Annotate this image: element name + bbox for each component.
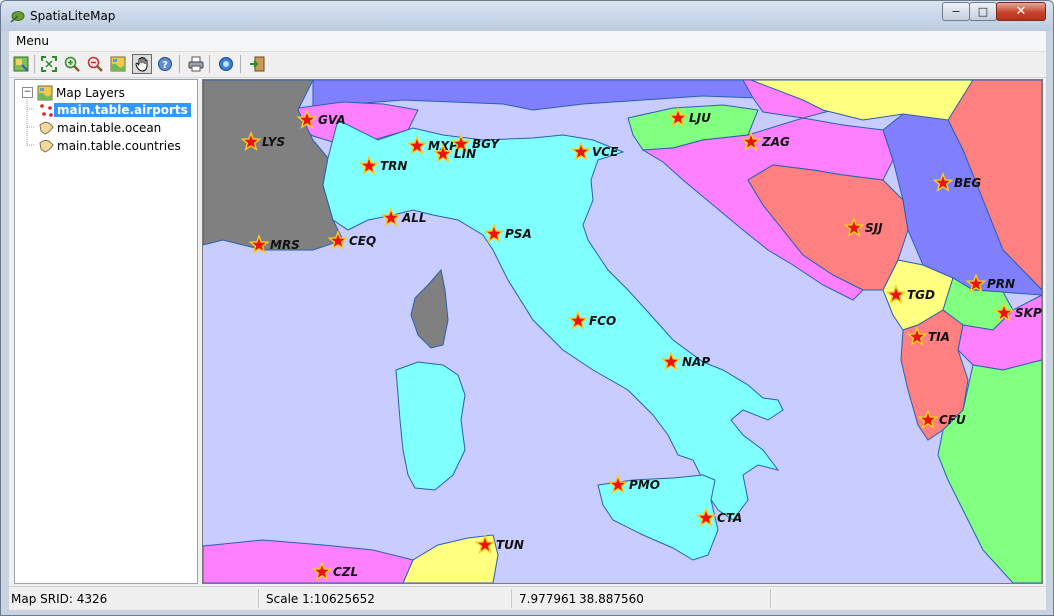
- airport-label-lju: LJU: [689, 111, 711, 125]
- airport-label-psa: PSA: [505, 227, 532, 241]
- app-leaf-icon: [10, 11, 25, 23]
- toolbar-separator: [179, 55, 180, 73]
- identify-button[interactable]: ?: [155, 54, 175, 74]
- layer-tree: − Map Layers main.table.airports main.ta…: [14, 79, 198, 584]
- minimize-button[interactable]: −: [942, 2, 970, 21]
- airport-label-fco: FCO: [589, 314, 616, 328]
- identify-icon: ?: [158, 57, 172, 71]
- airport-label-tia: TIA: [928, 330, 950, 344]
- airport-label-trn: TRN: [380, 159, 407, 173]
- exit-button[interactable]: [247, 54, 267, 74]
- map-extent-icon: [110, 56, 126, 72]
- toolbar: ?: [9, 52, 1046, 78]
- tree-item-airports[interactable]: main.table.airports: [38, 101, 191, 118]
- window-title: SpatiaLiteMap: [30, 9, 116, 23]
- minimize-icon: −: [951, 5, 961, 18]
- collapse-toggle-icon[interactable]: −: [22, 87, 33, 98]
- airport-label-mrs: MRS: [270, 238, 300, 252]
- airport-label-bgy: BGY: [472, 137, 501, 151]
- tree-item-ocean[interactable]: main.table.ocean: [38, 119, 164, 136]
- airport-label-ceq: CEQ: [349, 234, 376, 248]
- pan-button[interactable]: [132, 54, 152, 74]
- zoom-out-button[interactable]: [85, 54, 105, 74]
- print-button[interactable]: [186, 54, 206, 74]
- close-button[interactable]: ✕: [996, 2, 1046, 21]
- point-layer-icon: [40, 103, 53, 117]
- airport-label-beg: BEG: [954, 176, 981, 190]
- polygon-layer-icon: [39, 139, 54, 153]
- map-svg: GVALYSMXPBGYLINTRNVCELJUZAGBEGSJJALLMRSC…: [203, 80, 1042, 583]
- svg-text:?: ?: [162, 60, 168, 71]
- airport-label-vce: VCE: [592, 145, 619, 159]
- airport-label-zag: ZAG: [761, 135, 790, 149]
- coord-x-status: 7.977961: [519, 592, 577, 606]
- airport-label-lin: LIN: [454, 147, 476, 161]
- zoom-to-full-icon: [41, 56, 57, 72]
- menu-bar: Menu: [9, 31, 1046, 52]
- airport-label-prn: PRN: [987, 277, 1015, 291]
- maximize-button[interactable]: □: [969, 2, 997, 21]
- airport-label-pmo: PMO: [629, 478, 660, 492]
- status-separator: [770, 589, 771, 608]
- airport-label-all: ALL: [401, 211, 427, 225]
- toolbar-separator: [34, 55, 35, 73]
- airport-label-cta: CTA: [717, 511, 742, 525]
- map-extent-button[interactable]: [108, 54, 128, 74]
- toolbar-separator: [240, 55, 241, 73]
- close-icon: ✕: [1015, 4, 1027, 19]
- airport-label-gva: GVA: [318, 113, 346, 127]
- status-bar: Map SRID: 4326 Scale 1:10625652 7.977961…: [9, 586, 1046, 610]
- zoom-in-button[interactable]: [62, 54, 82, 74]
- airport-label-lys: LYS: [262, 135, 285, 149]
- tree-item-label: main.table.countries: [57, 138, 181, 153]
- exit-icon: [250, 56, 265, 72]
- tree-root-map-layers[interactable]: − Map Layers: [22, 84, 128, 101]
- client-area: Menu ? − Map Layers main.table.airports …: [9, 31, 1046, 610]
- airport-label-czl: CZL: [333, 565, 358, 579]
- zoom-to-full-button[interactable]: [39, 54, 59, 74]
- pan-hand-icon: [135, 57, 148, 72]
- airport-label-sjj: SJJ: [865, 221, 883, 235]
- tree-item-label: main.table.airports: [54, 102, 191, 117]
- layers-button[interactable]: [11, 54, 31, 74]
- airport-label-tgd: TGD: [907, 288, 935, 302]
- title-bar[interactable]: SpatiaLiteMap − □ ✕: [1, 1, 1053, 31]
- srid-status: Map SRID: 4326: [11, 592, 108, 606]
- zoom-out-icon: [87, 56, 103, 72]
- coord-y-status: 38.887560: [579, 592, 644, 606]
- print-icon: [188, 56, 204, 72]
- about-button[interactable]: [216, 54, 236, 74]
- tree-item-label: main.table.ocean: [57, 120, 162, 135]
- tree-item-countries[interactable]: main.table.countries: [38, 137, 184, 154]
- tree-root-label: Map Layers: [56, 85, 125, 100]
- map-canvas[interactable]: GVALYSMXPBGYLINTRNVCELJUZAGBEGSJJALLMRSC…: [202, 79, 1043, 584]
- map-layers-icon: [37, 85, 53, 100]
- status-separator: [511, 589, 512, 608]
- scale-status: Scale 1:10625652: [266, 592, 375, 606]
- app-window: SpatiaLiteMap − □ ✕ Menu ? − Map Layers …: [0, 0, 1054, 616]
- toolbar-separator: [209, 55, 210, 73]
- airport-label-nap: NAP: [682, 355, 710, 369]
- polygon-layer-icon: [39, 121, 54, 135]
- airport-label-tun: TUN: [496, 538, 524, 552]
- zoom-in-icon: [64, 56, 80, 72]
- airport-label-skp: SKP: [1015, 306, 1042, 320]
- layers-icon: [13, 56, 29, 72]
- airport-label-cfu: CFU: [939, 413, 966, 427]
- about-icon: [219, 57, 233, 71]
- maximize-icon: □: [977, 5, 989, 18]
- status-separator: [258, 589, 259, 608]
- menu-item-menu[interactable]: Menu: [16, 34, 49, 48]
